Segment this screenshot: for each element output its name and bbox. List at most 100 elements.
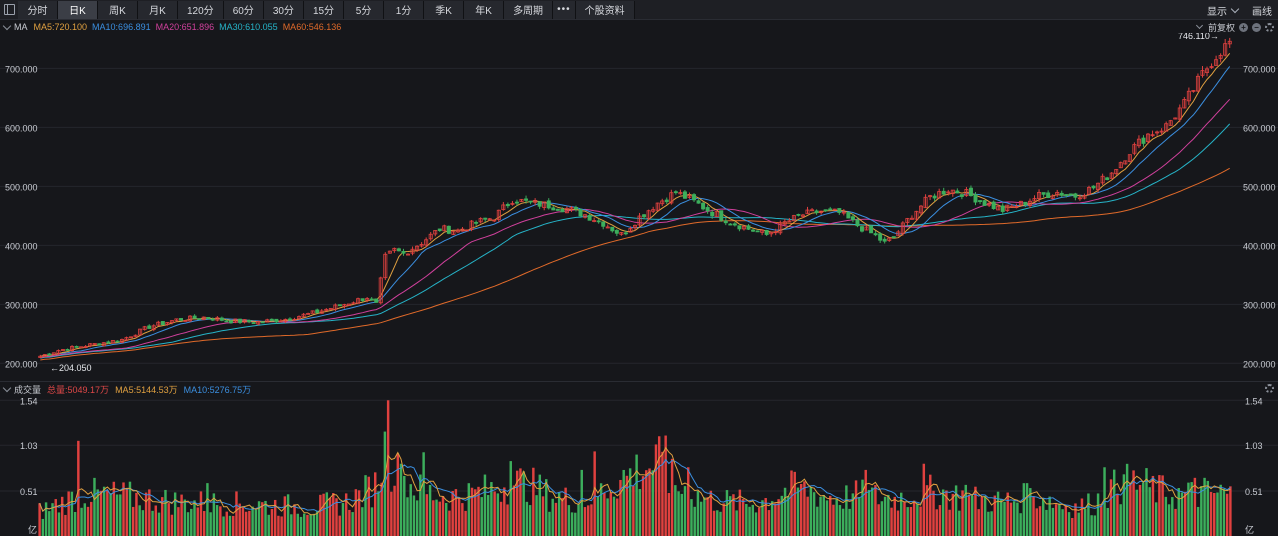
y-axis-label-left: 200.000	[5, 359, 38, 369]
volume-bar	[403, 475, 406, 536]
volume-bar	[609, 492, 613, 536]
tab-0[interactable]: 分时	[18, 0, 58, 19]
candle-body	[973, 194, 978, 203]
volume-bar	[451, 490, 454, 536]
volume-bar	[1216, 492, 1219, 536]
volume-bar	[306, 514, 309, 536]
candle-body	[1059, 192, 1064, 196]
y-axis-label-right: 400.000	[1243, 241, 1276, 251]
tab-2[interactable]: 周K	[98, 0, 138, 19]
volume-bar	[357, 490, 361, 536]
volume-bar	[280, 516, 283, 536]
volume-bar	[144, 492, 148, 536]
volume-bar	[1100, 505, 1103, 536]
tab-11[interactable]: 年K	[464, 0, 505, 19]
volume-bar	[125, 489, 128, 536]
collapse-chevron-icon[interactable]	[2, 383, 12, 392]
collapse-chevron-icon[interactable]	[2, 21, 12, 30]
volume-bar	[319, 494, 322, 536]
tab-3[interactable]: 月K	[138, 0, 178, 19]
volume-bar	[406, 497, 409, 536]
candle-body	[732, 223, 737, 226]
candlestick-chart[interactable]: 700.000 700.000 600.000 600.000 500.000 500.0…	[0, 33, 1278, 381]
tab-10[interactable]: 季K	[424, 0, 465, 19]
candle-body	[537, 201, 542, 207]
period-tabs: 分时 日K 周K 月K 120分 60分 30分 15分 5分 1分 季K 年K 多周期 ••• 个股资料	[18, 0, 635, 20]
volume-bar	[228, 515, 232, 536]
candle-body	[315, 309, 320, 314]
zoom-out-icon[interactable]: −	[1252, 22, 1261, 32]
y-axis-label-left: 300.000	[5, 300, 38, 310]
candle-body	[642, 214, 647, 218]
volume-bar	[854, 480, 858, 536]
volume-bar	[1209, 491, 1213, 536]
y-axis-label-left: 600.000	[5, 123, 38, 133]
volume-bar	[896, 510, 900, 536]
volume-bar	[312, 513, 316, 536]
volume-bar	[699, 501, 703, 536]
candle-body	[1046, 192, 1051, 198]
volume-bar	[399, 463, 403, 536]
tab-6[interactable]: 30分	[263, 0, 304, 19]
volume-bar	[322, 493, 325, 536]
candle-body	[1041, 192, 1046, 195]
volume-indicator-label[interactable]: 成交量	[14, 383, 41, 396]
volume-bar	[190, 508, 193, 536]
candle-body	[210, 318, 215, 321]
volume-bar	[503, 487, 506, 536]
volume-chart[interactable]: 1.54 1.54 1.03 1.03 0.51 0.51 亿 亿	[0, 395, 1278, 536]
tab-5[interactable]: 60分	[223, 0, 264, 19]
zoom-in-icon[interactable]: +	[1239, 22, 1248, 32]
volume-bar	[1148, 487, 1151, 536]
volume-bar	[870, 487, 874, 536]
tab-14[interactable]: 个股资料	[575, 0, 635, 19]
tab-4[interactable]: 120分	[178, 0, 224, 19]
candle-body	[860, 226, 864, 232]
volume-bar	[444, 502, 448, 536]
volume-bar	[1112, 469, 1116, 536]
volume-bar	[832, 504, 835, 536]
volume-bar	[99, 490, 103, 536]
tab-13[interactable]: •••	[553, 0, 576, 19]
tab-7[interactable]: 15分	[303, 0, 345, 19]
volume-bar	[654, 444, 658, 536]
volume-bar	[441, 496, 445, 536]
volume-bar	[606, 498, 609, 536]
candle-body	[560, 209, 565, 213]
volume-bar	[1219, 484, 1222, 536]
volume-bar	[528, 505, 532, 536]
volume-bar	[522, 471, 525, 536]
ma5-line	[40, 52, 1231, 357]
tab-8[interactable]: 5分	[344, 0, 385, 19]
tab-1[interactable]: 日K	[58, 0, 98, 19]
volume-bar	[754, 512, 758, 536]
candle-body	[1105, 177, 1110, 181]
candle-body	[751, 229, 756, 232]
volume-bar	[574, 512, 577, 536]
candle-body	[846, 211, 851, 219]
tab-9[interactable]: 1分	[384, 0, 425, 19]
volume-bar	[202, 511, 206, 536]
volume-bar	[48, 511, 51, 536]
candle-body	[814, 210, 819, 214]
volume-settings-gear-icon[interactable]	[1265, 384, 1274, 393]
volume-bar	[990, 511, 993, 536]
draw-line-button[interactable]: 画线	[1252, 3, 1272, 18]
candle-body	[437, 228, 442, 231]
candle-body	[596, 220, 601, 223]
volume-bar	[799, 483, 803, 536]
volume-bar	[1177, 488, 1180, 536]
price-adjust-dropdown[interactable]: 前复权	[1208, 21, 1235, 34]
candle-body	[247, 319, 252, 323]
ma-indicator-label[interactable]: MA	[14, 22, 28, 32]
y-axis-label-right: 600.000	[1243, 123, 1276, 133]
volume-bar	[115, 494, 119, 536]
settings-gear-icon[interactable]	[1265, 22, 1274, 32]
display-dropdown[interactable]: 显示	[1207, 3, 1240, 18]
volume-bar	[341, 503, 345, 536]
volume-bar	[674, 485, 677, 536]
sidebar-toggle-button[interactable]	[0, 0, 18, 20]
volume-bar	[1012, 501, 1016, 536]
tab-12[interactable]: 多周期	[504, 0, 554, 19]
candle-body	[941, 190, 946, 195]
